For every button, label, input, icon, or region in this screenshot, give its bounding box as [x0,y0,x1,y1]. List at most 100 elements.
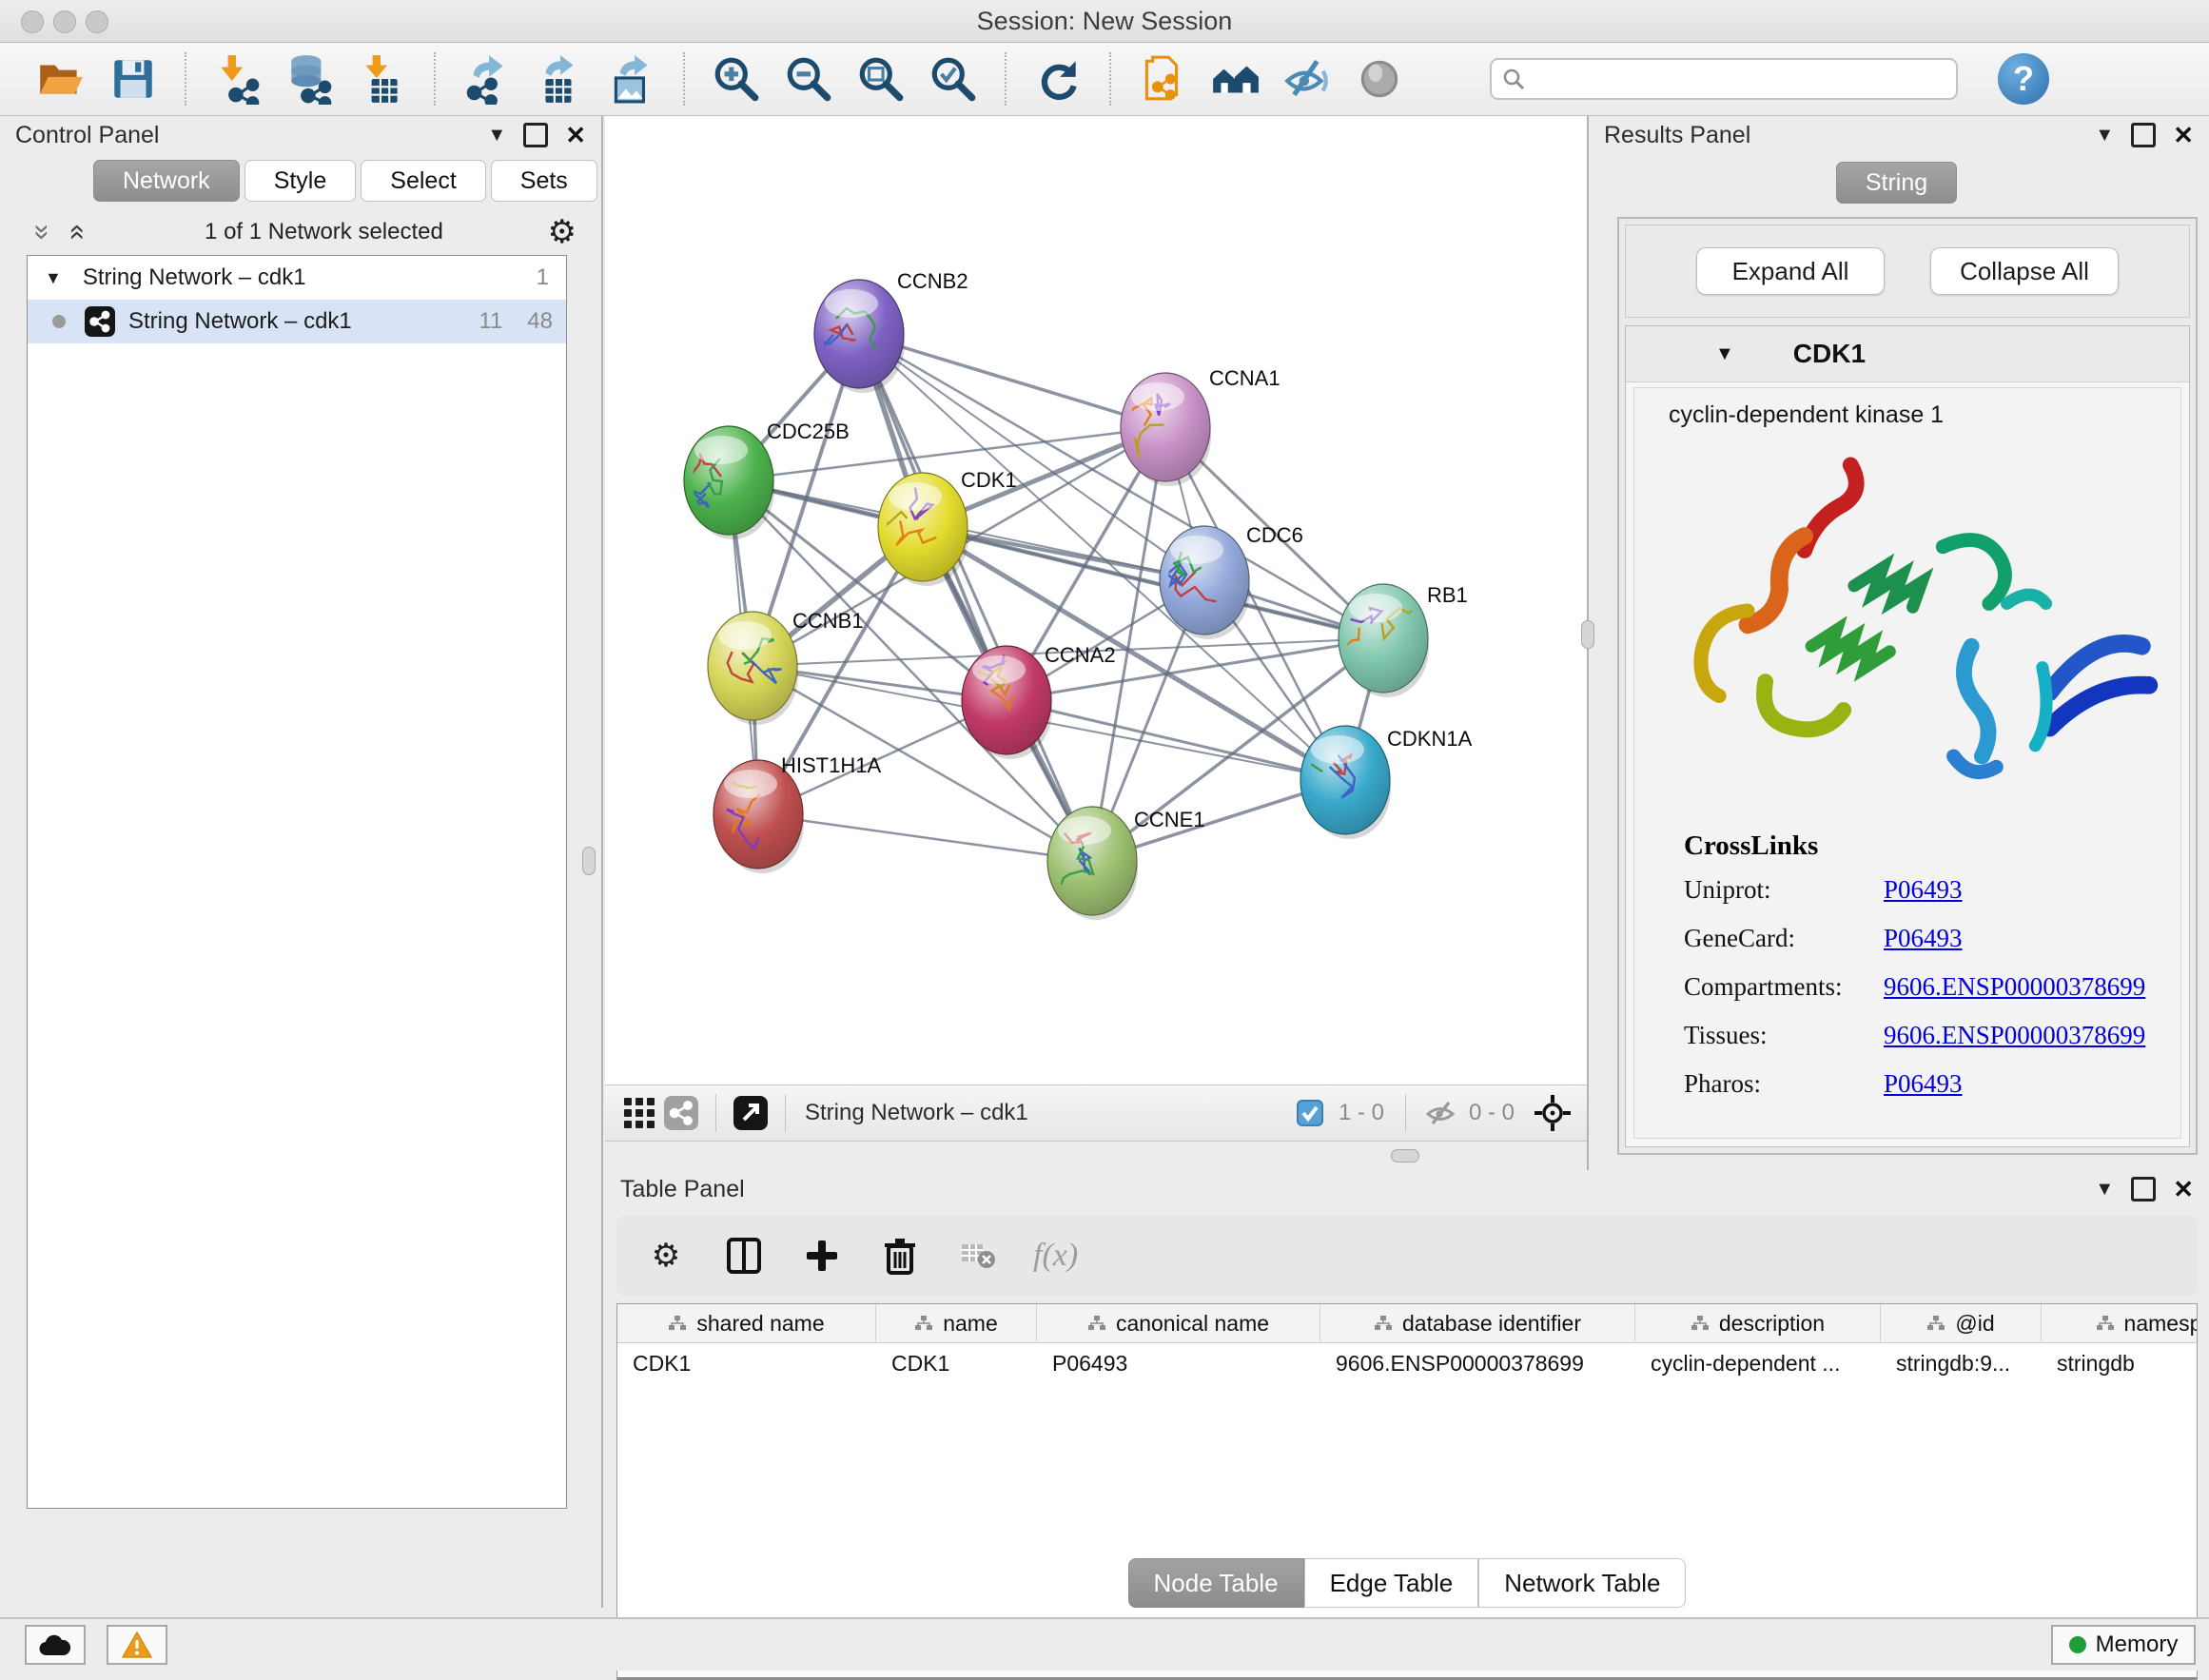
network-view[interactable]: CCNB2CCNA1CDC25BCDK1CDC6RB1CCNB1CCNA2CDK… [605,116,1587,1084]
tab-select[interactable]: Select [361,160,485,202]
tab-style[interactable]: Style [244,160,357,202]
warning-button[interactable] [107,1625,167,1665]
crosslink-link[interactable]: 9606.ENSP00000378699 [1884,972,2145,1002]
string-home-icon[interactable] [1207,51,1262,107]
column-header-@id[interactable]: @id [1881,1304,2042,1342]
float-panel-icon[interactable] [2131,1177,2156,1201]
network-edge-CCNA2-CDKN1A[interactable] [1007,700,1345,780]
column-header-shared-name[interactable]: shared name [617,1304,876,1342]
bottom-splitter-handle[interactable] [1391,1149,1419,1162]
string-import-icon[interactable] [1135,51,1190,107]
left-splitter-handle[interactable] [582,847,596,875]
collapse-all-networks-icon[interactable]: » [26,225,58,241]
network-edge-HIST1H1A-CCNE1[interactable] [758,814,1092,861]
sphere-icon[interactable] [1352,51,1407,107]
table-cell[interactable]: stringdb:9... [1881,1343,2042,1385]
delete-table-icon[interactable] [955,1233,1001,1279]
network-node-CCNA1[interactable]: CCNA1 [1121,366,1280,486]
open-view-external-icon[interactable] [730,1092,772,1134]
table-cell[interactable]: P06493 [1037,1343,1320,1385]
crosslink-link[interactable]: P06493 [1884,875,1963,905]
network-node-CDC6[interactable]: CDC6 [1160,523,1303,639]
network-node-HIST1H1A[interactable]: HIST1H1A [714,753,881,873]
tab-string[interactable]: String [1836,162,1957,204]
expand-all-button[interactable]: Expand All [1696,247,1885,295]
tab-sets[interactable]: Sets [491,160,597,202]
close-panel-icon[interactable]: ✕ [565,121,586,150]
memory-button[interactable]: Memory [2051,1625,2196,1665]
import-table-icon[interactable] [355,51,410,107]
crosslink-link[interactable]: 9606.ENSP00000378699 [1884,1021,2145,1050]
network-options-gear-icon[interactable]: ⚙ [548,213,577,251]
open-session-icon[interactable] [33,51,88,107]
network-collection-row[interactable]: ▼ String Network – cdk1 1 [28,256,566,300]
section-expand-triangle-icon[interactable]: ▼ [1715,343,1734,365]
float-panel-icon[interactable] [523,123,548,147]
function-builder-icon[interactable]: f(x) [1033,1238,1078,1274]
delete-column-trash-icon[interactable] [877,1233,923,1279]
grid-view-icon[interactable] [618,1092,660,1134]
share-view-icon[interactable] [660,1092,702,1134]
network-node-CCNB1[interactable]: CCNB1 [708,609,864,725]
close-panel-icon[interactable]: ✕ [2173,121,2194,150]
zoom-selected-icon[interactable] [926,51,981,107]
column-header-name[interactable]: name [876,1304,1037,1342]
export-image-icon[interactable] [604,51,659,107]
tab-edge-table[interactable]: Edge Table [1304,1558,1479,1608]
close-panel-icon[interactable]: ✕ [2173,1175,2194,1204]
column-header-canonical-name[interactable]: canonical name [1037,1304,1320,1342]
collapse-panel-icon[interactable]: ▼ [487,125,506,147]
table-cell[interactable]: CDK1 [617,1343,876,1385]
collection-expand-triangle-icon[interactable]: ▼ [45,268,62,288]
zoom-in-icon[interactable] [709,51,764,107]
show-columns-icon[interactable] [721,1233,767,1279]
crosslink-link[interactable]: P06493 [1884,924,1963,953]
tab-network[interactable]: Network [93,160,240,202]
table-settings-gear-icon[interactable]: ⚙ [643,1233,689,1279]
collapse-panel-icon[interactable]: ▼ [2095,1179,2114,1201]
tab-network-table[interactable]: Network Table [1478,1558,1686,1608]
float-panel-icon[interactable] [2131,123,2156,147]
export-network-icon[interactable] [459,51,515,107]
collapse-all-button[interactable]: Collapse All [1930,247,2119,295]
tab-node-table[interactable]: Node Table [1128,1558,1304,1608]
refresh-icon[interactable] [1030,51,1085,107]
table-cell[interactable]: CDK1 [876,1343,1037,1385]
hide-glass-eye-icon[interactable] [1280,51,1335,107]
selected-checkbox-icon[interactable] [1289,1092,1331,1134]
column-header-description[interactable]: description [1635,1304,1881,1342]
table-cell[interactable]: cyclin-dependent ... [1635,1343,1881,1385]
table-cell[interactable]: 9606.ENSP00000378699 [1320,1343,1635,1385]
help-button[interactable]: ? [1998,53,2049,105]
cloud-button[interactable] [25,1625,86,1665]
search-input[interactable] [1526,65,1946,93]
add-column-icon[interactable] [799,1233,845,1279]
save-session-icon[interactable] [106,51,161,107]
table-panel-title: Table Panel [620,1176,745,1203]
network-node-CCNB2[interactable]: CCNB2 [814,269,968,393]
network-edge-CCNB2-CCNE1[interactable] [859,334,1092,861]
table-row[interactable]: CDK1CDK1P064939606.ENSP00000378699cyclin… [617,1343,2197,1385]
network-node-CCNE1[interactable]: CCNE1 [1047,807,1205,920]
hidden-eye-icon[interactable] [1419,1092,1461,1134]
column-header-database-identifier[interactable]: database identifier [1320,1304,1635,1342]
network-row[interactable]: String Network – cdk1 11 48 [28,300,566,343]
import-network-database-icon[interactable] [283,51,338,107]
network-node-RB1[interactable]: RB1 [1328,583,1467,697]
column-header-namespace[interactable]: namespace [2042,1304,2198,1342]
import-network-file-icon[interactable] [210,51,265,107]
protein-section-header[interactable]: ▼ CDK1 [1626,326,2189,382]
collapse-panel-icon[interactable]: ▼ [2095,125,2114,147]
expand-all-networks-icon[interactable]: » [59,225,91,241]
network-node-CDKN1A[interactable]: CDKN1A [1284,726,1472,839]
network-edge-CCNB2-CCNA1[interactable] [859,334,1165,427]
crosslink-link[interactable]: P06493 [1884,1069,1963,1099]
search-box[interactable] [1490,58,1958,100]
crosshair-icon[interactable] [1532,1092,1574,1134]
zoom-fit-icon[interactable] [853,51,909,107]
zoom-out-icon[interactable] [781,51,836,107]
table-cell[interactable]: stringdb [2042,1343,2198,1385]
right-splitter-handle[interactable] [1581,620,1594,649]
export-table-icon[interactable] [532,51,587,107]
network-node-CCNA2[interactable]: CCNA2 [962,643,1116,759]
